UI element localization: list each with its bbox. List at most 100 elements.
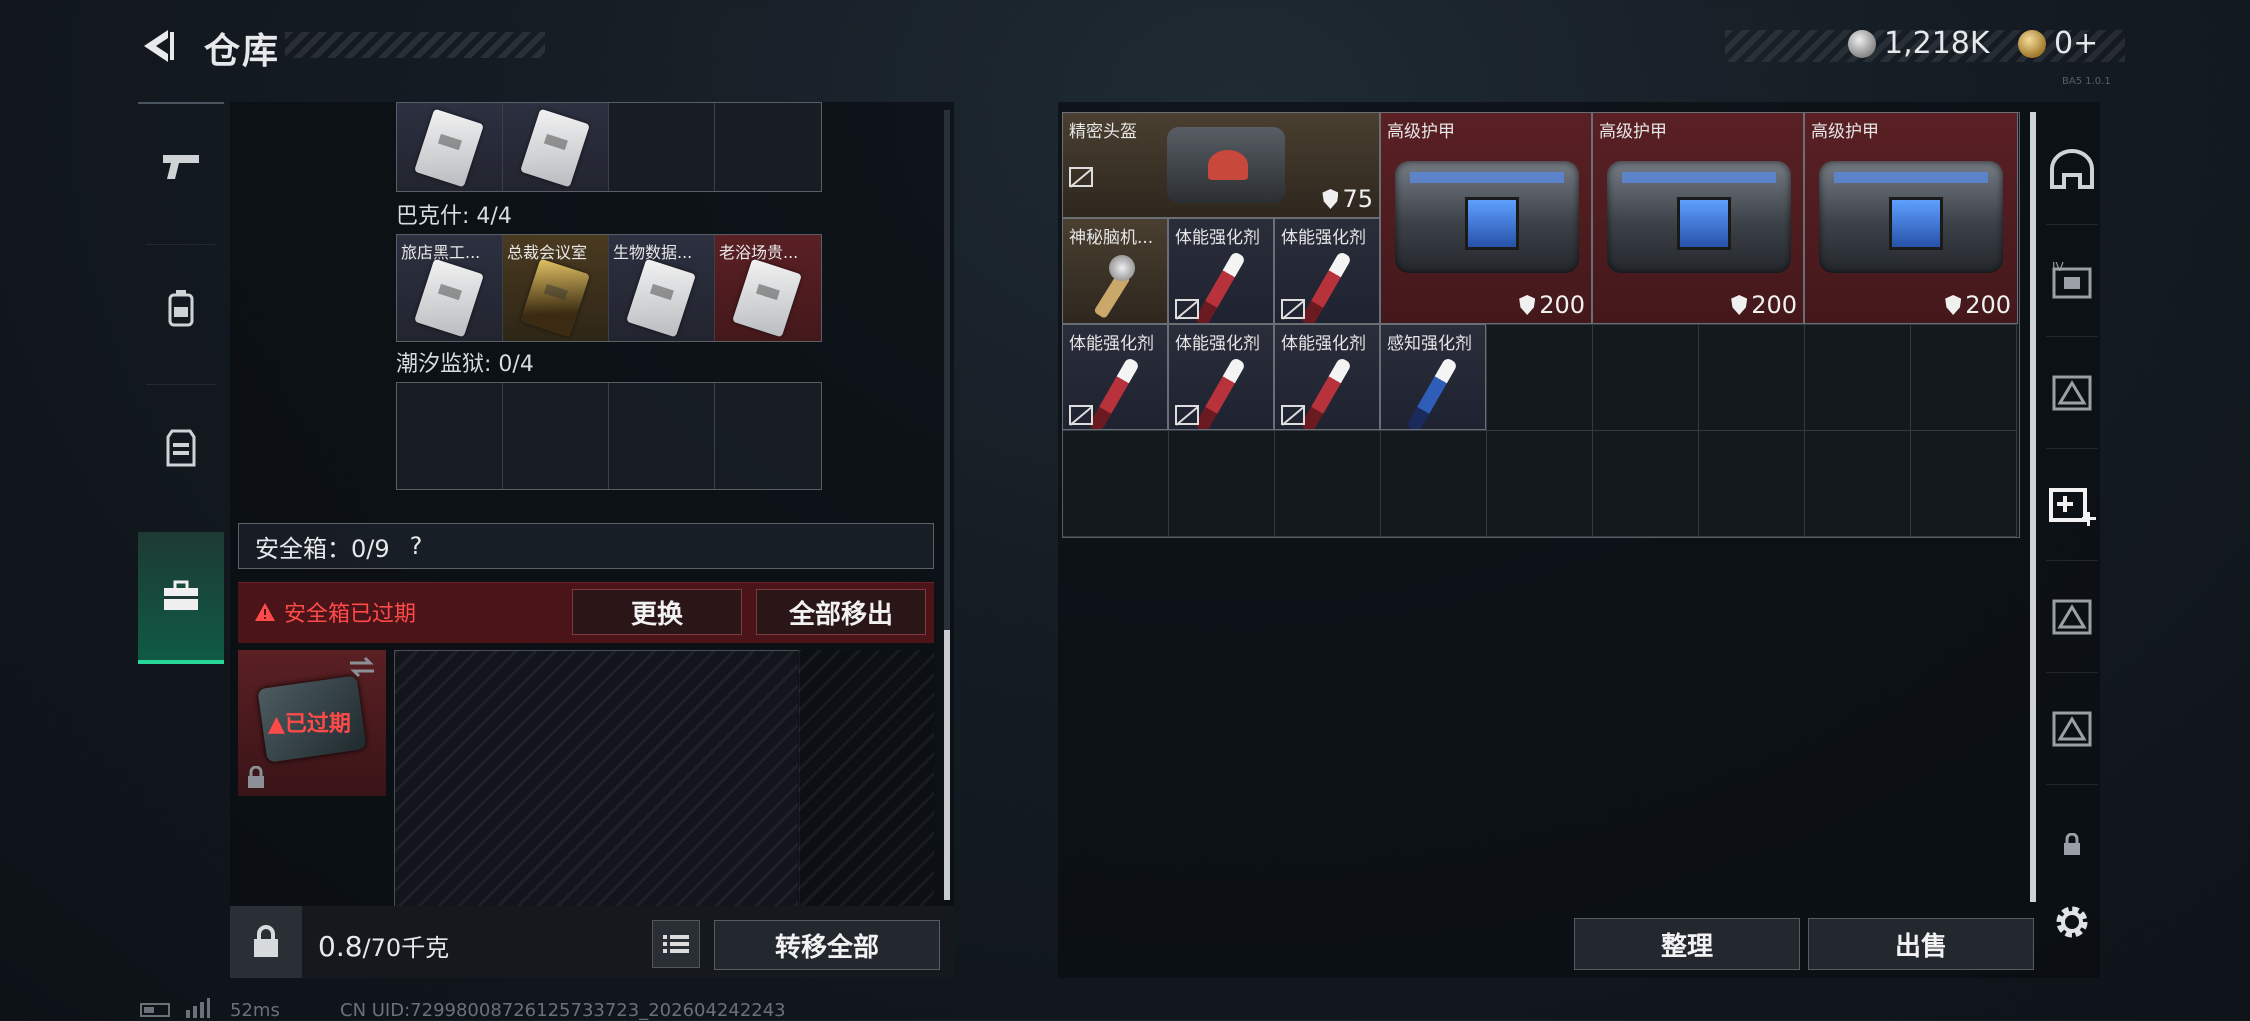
- armor-image: [1395, 161, 1579, 273]
- storage-cell[interactable]: [1487, 325, 1593, 431]
- safe-box-grid: [394, 650, 800, 908]
- back-arrow-icon[interactable]: [138, 26, 178, 66]
- keycard-slot[interactable]: 老浴场贵...: [715, 235, 821, 341]
- storage-item-stamina-booster[interactable]: 体能强化剂: [1274, 324, 1380, 430]
- storage-cell[interactable]: [1805, 431, 1911, 537]
- keycard-slot[interactable]: 旅店黑工...: [397, 235, 503, 341]
- storage-cell[interactable]: [1911, 431, 2017, 537]
- item-name: 体能强化剂: [1175, 228, 1260, 248]
- svg-text:IV: IV: [2052, 260, 2065, 274]
- empty-slot[interactable]: [397, 383, 503, 489]
- rail-armor-slot[interactable]: IV: [2040, 226, 2104, 336]
- device-image: [1087, 253, 1141, 320]
- transfer-all-button[interactable]: 转移全部: [714, 920, 940, 970]
- storage-item-helmet[interactable]: 精密头盔 75: [1062, 112, 1380, 218]
- storage-scrollbar[interactable]: [2030, 112, 2036, 902]
- list-view-button[interactable]: [652, 920, 700, 968]
- keycard-icon: [626, 258, 696, 338]
- keycard-slot[interactable]: 总裁会议室: [503, 235, 609, 341]
- backpack-scroll-thumb[interactable]: [944, 630, 950, 900]
- rail-case-slot[interactable]: [2040, 674, 2104, 784]
- storage-cell[interactable]: [1275, 431, 1381, 537]
- empty-slot[interactable]: [609, 103, 715, 191]
- toolbox-icon: [164, 580, 198, 610]
- storage-item-armor[interactable]: 高级护甲 200: [1592, 112, 1804, 324]
- durability: 75: [1322, 185, 1373, 213]
- storage-item-stamina-booster[interactable]: 体能强化剂: [1168, 324, 1274, 430]
- nav-vest[interactable]: [138, 388, 224, 508]
- safe-box-warning: 安全箱已过期: [254, 596, 416, 628]
- item-name: 精密头盔: [1069, 122, 1137, 142]
- storage-item-perception-booster[interactable]: 感知强化剂: [1380, 324, 1486, 430]
- keycard-icon: [414, 258, 484, 338]
- keycard-icon: [520, 258, 590, 338]
- sort-button[interactable]: 整理: [1574, 918, 1800, 970]
- shield-icon: [1945, 295, 1962, 315]
- keycard-slot[interactable]: 生物数据...: [609, 235, 715, 341]
- swap-icon[interactable]: [348, 656, 376, 678]
- storage-cell[interactable]: [1381, 431, 1487, 537]
- storage-cell[interactable]: [1805, 325, 1911, 431]
- help-icon[interactable]: ?: [410, 532, 423, 560]
- signal-icon: [186, 998, 210, 1018]
- warning-text: 安全箱已过期: [284, 602, 417, 627]
- storage-cell[interactable]: [1593, 431, 1699, 537]
- rail-rig-slot[interactable]: [2040, 338, 2104, 448]
- weight-max: /70千克: [362, 934, 450, 962]
- storage-item-stamina-booster[interactable]: 体能强化剂: [1274, 218, 1380, 324]
- storage-item-armor[interactable]: 高级护甲 200: [1380, 112, 1592, 324]
- storage-cell[interactable]: [1487, 431, 1593, 537]
- item-name: 旅店黑工...: [401, 243, 481, 262]
- keycard-row-top: [396, 102, 822, 192]
- settings-button[interactable]: [2040, 870, 2104, 974]
- rail-medkit-slot[interactable]: [2040, 450, 2104, 560]
- syringe-image: [1299, 250, 1353, 323]
- keycard-slot[interactable]: [397, 103, 503, 191]
- nav-safe-box[interactable]: [138, 532, 224, 664]
- item-name: 感知强化剂: [1387, 334, 1472, 354]
- nav-backpack[interactable]: [138, 248, 224, 368]
- sell-button[interactable]: 出售: [1808, 918, 2034, 970]
- nav-weapon[interactable]: [138, 106, 224, 226]
- uid-text: CN UID:72998008726125733723_202604242243: [340, 1000, 786, 1021]
- empty-slot[interactable]: [609, 383, 715, 489]
- keycard-icon: [732, 258, 802, 338]
- empty-slot[interactable]: [503, 383, 609, 489]
- gold-currency-value: 0+: [2054, 26, 2099, 61]
- move-all-out-button[interactable]: 全部移出: [756, 589, 926, 635]
- armor-slot-icon: IV: [2052, 260, 2092, 299]
- syringe-image: [1405, 356, 1459, 429]
- keycard-slot[interactable]: [503, 103, 609, 191]
- storage-cell[interactable]: [1063, 431, 1169, 537]
- gold-currency[interactable]: 0+: [2018, 26, 2098, 61]
- keycard-icon: [520, 108, 590, 188]
- storage-item-stamina-booster[interactable]: 体能强化剂: [1168, 218, 1274, 324]
- case-slot-icon: [2052, 599, 2092, 635]
- lock-icon: [254, 925, 278, 957]
- backpack-lock-button[interactable]: [230, 906, 302, 978]
- storage-cell[interactable]: [1699, 431, 1805, 537]
- replace-button[interactable]: 更换: [572, 589, 742, 635]
- rail-case-slot[interactable]: [2040, 562, 2104, 672]
- gold-coin-icon: [2018, 29, 2046, 58]
- syringe-image: [1087, 356, 1141, 429]
- storage-cell[interactable]: [1699, 325, 1805, 431]
- storage-cell[interactable]: [1169, 431, 1275, 537]
- title-decoration: [285, 32, 545, 58]
- storage-item-stamina-booster[interactable]: 体能强化剂: [1062, 324, 1168, 430]
- empty-slot[interactable]: [715, 103, 821, 191]
- ping-text: 52ms: [230, 1000, 280, 1021]
- shield-icon: [1731, 295, 1748, 315]
- storage-cell[interactable]: [1593, 325, 1699, 431]
- rig-slot-icon: [2052, 375, 2092, 411]
- section-label-bakshi: 巴克什: 4/4: [396, 204, 512, 229]
- storage-item-brain-device[interactable]: 神秘脑机...: [1062, 218, 1168, 324]
- rail-helmet-slot[interactable]: [2040, 114, 2104, 224]
- empty-slot[interactable]: [715, 383, 821, 489]
- storage-item-armor[interactable]: 高级护甲 200: [1804, 112, 2018, 324]
- shield-icon: [1519, 295, 1536, 315]
- carry-weight: 0.8/70千克: [318, 928, 449, 963]
- equipment-nav: [138, 102, 224, 712]
- no-trade-icon: [1069, 167, 1093, 187]
- storage-cell[interactable]: [1911, 325, 2017, 431]
